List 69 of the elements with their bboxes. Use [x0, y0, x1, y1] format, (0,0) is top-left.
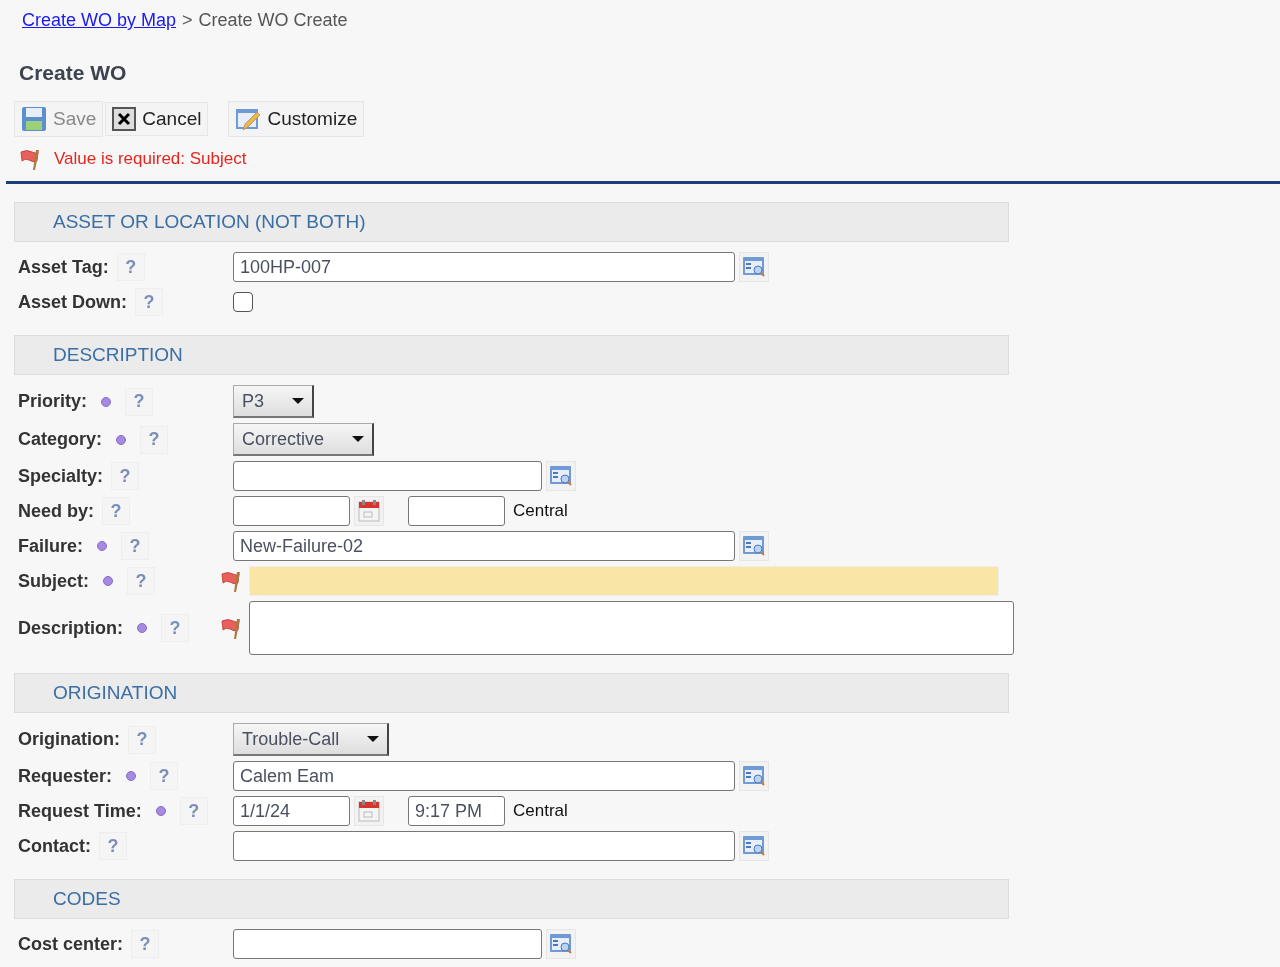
calendar-icon[interactable] — [354, 796, 384, 826]
lookup-icon[interactable] — [739, 831, 769, 861]
section-header: ORIGINATION — [14, 673, 1009, 713]
help-button[interactable]: ? — [161, 614, 189, 642]
field-label: Specialty: — [18, 465, 104, 487]
error-flag-icon — [18, 147, 42, 171]
calendar-icon[interactable] — [354, 496, 384, 526]
time-field[interactable]: 9:17 PM — [408, 796, 505, 826]
field-label: Contact: — [18, 835, 91, 857]
field-label: Requester: — [18, 765, 113, 787]
section-header: DESCRIPTION — [14, 335, 1009, 375]
field-label: Category: — [18, 429, 102, 450]
time-field[interactable] — [408, 496, 505, 526]
section-header: ASSET OR LOCATION (NOT BOTH) — [14, 202, 1009, 242]
field-label: Request Time: — [18, 800, 142, 822]
help-button[interactable]: ? — [125, 387, 153, 416]
date-field[interactable]: 1/1/24 — [233, 796, 350, 826]
breadcrumb-separator: > — [182, 10, 193, 31]
text-field[interactable]: New-Failure-02 — [233, 531, 735, 561]
lookup-icon[interactable] — [546, 461, 576, 491]
field-label: Subject: — [18, 570, 89, 592]
error-flag-icon — [219, 569, 243, 593]
window-pencil-icon — [235, 106, 262, 132]
help-button[interactable]: ? — [131, 930, 160, 958]
error-message: Value is required: Subject — [54, 149, 247, 169]
dropdown[interactable]: P3 — [233, 385, 315, 418]
lookup-icon[interactable] — [739, 252, 769, 282]
lookup-icon[interactable] — [739, 761, 769, 791]
error-flag-icon — [219, 616, 243, 640]
dropdown[interactable]: Trouble-Call — [233, 723, 390, 756]
cancel-button[interactable]: Cancel — [105, 102, 209, 136]
breadcrumb-current: Create WO Create — [198, 10, 348, 31]
close-icon — [112, 107, 137, 131]
help-button[interactable]: ? — [135, 288, 163, 316]
page-title: Create WO — [19, 61, 128, 85]
help-button[interactable]: ? — [116, 253, 145, 281]
field-label: Cost center: — [18, 933, 124, 955]
help-button[interactable]: ? — [121, 532, 149, 560]
text-field[interactable] — [233, 929, 542, 959]
help-button[interactable]: ? — [179, 797, 208, 825]
checkbox[interactable] — [233, 292, 253, 312]
help-button[interactable]: ? — [150, 762, 179, 790]
dropdown[interactable]: Corrective — [233, 423, 375, 456]
text-area[interactable] — [249, 601, 1014, 655]
help-button[interactable]: ? — [111, 462, 140, 490]
time-zone: Central — [513, 501, 568, 521]
field-label: Origination: — [18, 729, 120, 750]
text-field[interactable]: Calem Eam — [233, 761, 735, 791]
help-button[interactable]: ? — [128, 725, 156, 754]
customize-button[interactable]: Customize — [228, 101, 365, 137]
field-label: Need by: — [18, 500, 95, 522]
text-field[interactable]: 100HP-007 — [233, 252, 735, 282]
help-button[interactable]: ? — [102, 497, 131, 525]
lookup-icon[interactable] — [739, 531, 769, 561]
field-label: Description: — [18, 617, 123, 639]
breadcrumb-link[interactable]: Create WO by Map — [22, 10, 177, 31]
field-label: Failure: — [18, 535, 83, 557]
text-field[interactable] — [233, 831, 735, 861]
help-button[interactable]: ? — [99, 832, 127, 860]
field-label: Priority: — [18, 391, 87, 412]
field-label: Asset Tag: — [18, 256, 109, 278]
section-header: CODES — [14, 879, 1009, 919]
lookup-icon[interactable] — [546, 929, 576, 959]
help-button[interactable]: ? — [140, 425, 168, 454]
time-zone: Central — [513, 801, 568, 821]
date-field[interactable] — [233, 496, 350, 526]
text-field[interactable] — [233, 461, 542, 491]
field-label: Asset Down: — [18, 291, 127, 313]
help-button[interactable]: ? — [127, 567, 155, 595]
